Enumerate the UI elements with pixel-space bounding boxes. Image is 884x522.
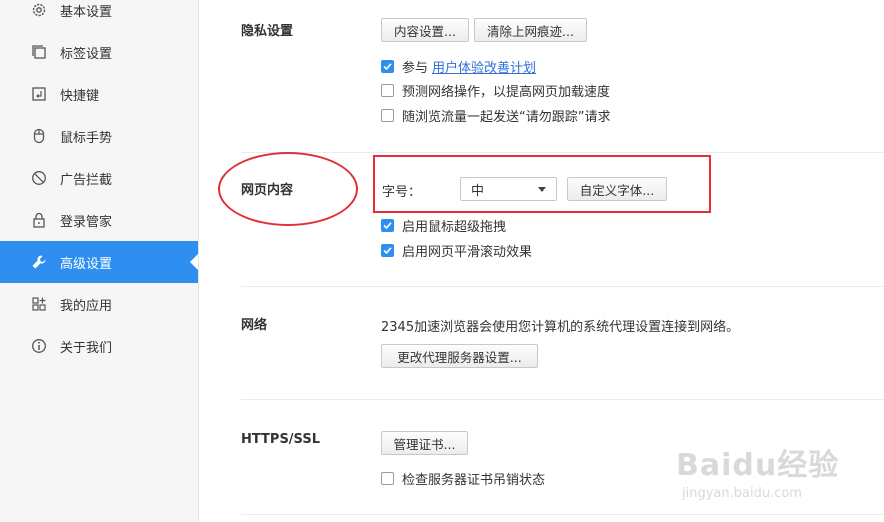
- ux-program-link[interactable]: 用户体验改善计划: [432, 57, 536, 76]
- sidebar-item-label: 高级设置: [60, 256, 113, 272]
- do-not-track-checkbox[interactable]: [381, 108, 394, 122]
- watermark: Baidu经验 jingyan.baidu.com: [676, 440, 839, 501]
- smooth-scroll-option: 启用网页平滑滚动效果: [381, 241, 533, 260]
- sidebar-item-advanced-settings[interactable]: 高级设置: [0, 241, 198, 283]
- sidebar-item-shortcuts[interactable]: 快捷键: [0, 73, 198, 115]
- block-icon: [31, 170, 47, 186]
- cert-revocation-label: 检查服务器证书吊销状态: [402, 472, 546, 488]
- shortcut-key-icon: [31, 86, 47, 102]
- info-icon: [31, 338, 47, 354]
- smooth-scroll-label: 启用网页平滑滚动效果: [402, 244, 533, 260]
- sidebar-item-label: 鼠标手势: [60, 130, 113, 146]
- sidebar-item-basic-settings[interactable]: 基本设置: [0, 0, 198, 31]
- wrench-icon: [31, 254, 47, 270]
- sidebar-item-ad-blocking[interactable]: 广告拦截: [0, 157, 198, 199]
- cert-revocation-checkbox[interactable]: [381, 471, 394, 485]
- sidebar-item-about-us[interactable]: 关于我们: [0, 325, 198, 367]
- section-title-https-ssl: HTTPS/SSL: [241, 432, 320, 447]
- sidebar-item-tab-settings[interactable]: 标签设置: [0, 31, 198, 73]
- sidebar-item-label: 快捷键: [60, 88, 100, 104]
- network-description: 2345加速浏览器会使用您计算机的系统代理设置连接到网络。: [381, 320, 740, 335]
- clear-browsing-traces-button[interactable]: 清除上网痕迹...: [474, 18, 587, 42]
- lock-icon: [31, 212, 47, 228]
- sidebar-item-login-manager[interactable]: 登录管家: [0, 199, 198, 241]
- apps-grid-icon: [31, 296, 47, 312]
- mouse-icon: [31, 128, 47, 144]
- cert-revocation-option: 检查服务器证书吊销状态: [381, 469, 546, 488]
- divider: [241, 152, 884, 153]
- super-drag-label: 启用鼠标超级拖拽: [402, 219, 507, 235]
- manage-certificates-button[interactable]: 管理证书...: [381, 431, 468, 455]
- divider: [241, 286, 884, 287]
- divider: [241, 514, 884, 515]
- sidebar-item-label: 广告拦截: [60, 172, 113, 188]
- section-title-privacy: 隐私设置: [241, 24, 294, 39]
- super-drag-option: 启用鼠标超级拖拽: [381, 216, 507, 235]
- content-settings-button[interactable]: 内容设置...: [381, 18, 469, 42]
- smooth-scroll-checkbox[interactable]: [381, 243, 394, 257]
- predict-network-label: 预测网络操作，以提高网页加载速度: [402, 84, 611, 100]
- do-not-track-option: 随浏览流量一起发送“请勿跟踪”请求: [381, 106, 611, 125]
- super-drag-checkbox[interactable]: [381, 218, 394, 232]
- sidebar-item-my-apps[interactable]: 我的应用: [0, 283, 198, 325]
- sidebar: 基本设置 标签设置 快捷键 鼠标手势 广告拦截 登录管家 高级设置 我的应用 关…: [0, 0, 199, 522]
- tabs-icon: [31, 44, 47, 60]
- predict-network-option: 预测网络操作，以提高网页加载速度: [381, 81, 611, 100]
- change-proxy-settings-button[interactable]: 更改代理服务器设置...: [381, 344, 538, 368]
- gear-icon: [31, 2, 47, 18]
- sidebar-item-mouse-gestures[interactable]: 鼠标手势: [0, 115, 198, 157]
- annotation-highlight-ellipse: [218, 152, 358, 226]
- ux-program-prefix: 参与: [402, 60, 429, 76]
- sidebar-item-label: 关于我们: [60, 340, 113, 356]
- annotation-highlight-rectangle: [373, 155, 711, 213]
- ux-program-option: 参与 用户体验改善计划: [381, 57, 536, 76]
- sidebar-item-label: 标签设置: [60, 46, 113, 62]
- sidebar-item-label: 我的应用: [60, 298, 113, 314]
- watermark-logo: Baidu经验: [676, 448, 840, 483]
- predict-network-checkbox[interactable]: [381, 83, 394, 97]
- sidebar-item-label: 基本设置: [60, 4, 113, 20]
- do-not-track-label: 随浏览流量一起发送“请勿跟踪”请求: [402, 109, 611, 125]
- section-title-network: 网络: [241, 318, 268, 333]
- watermark-url: jingyan.baidu.com: [682, 486, 802, 501]
- divider: [241, 399, 884, 400]
- sidebar-item-label: 登录管家: [60, 214, 113, 230]
- ux-program-checkbox[interactable]: [381, 59, 394, 73]
